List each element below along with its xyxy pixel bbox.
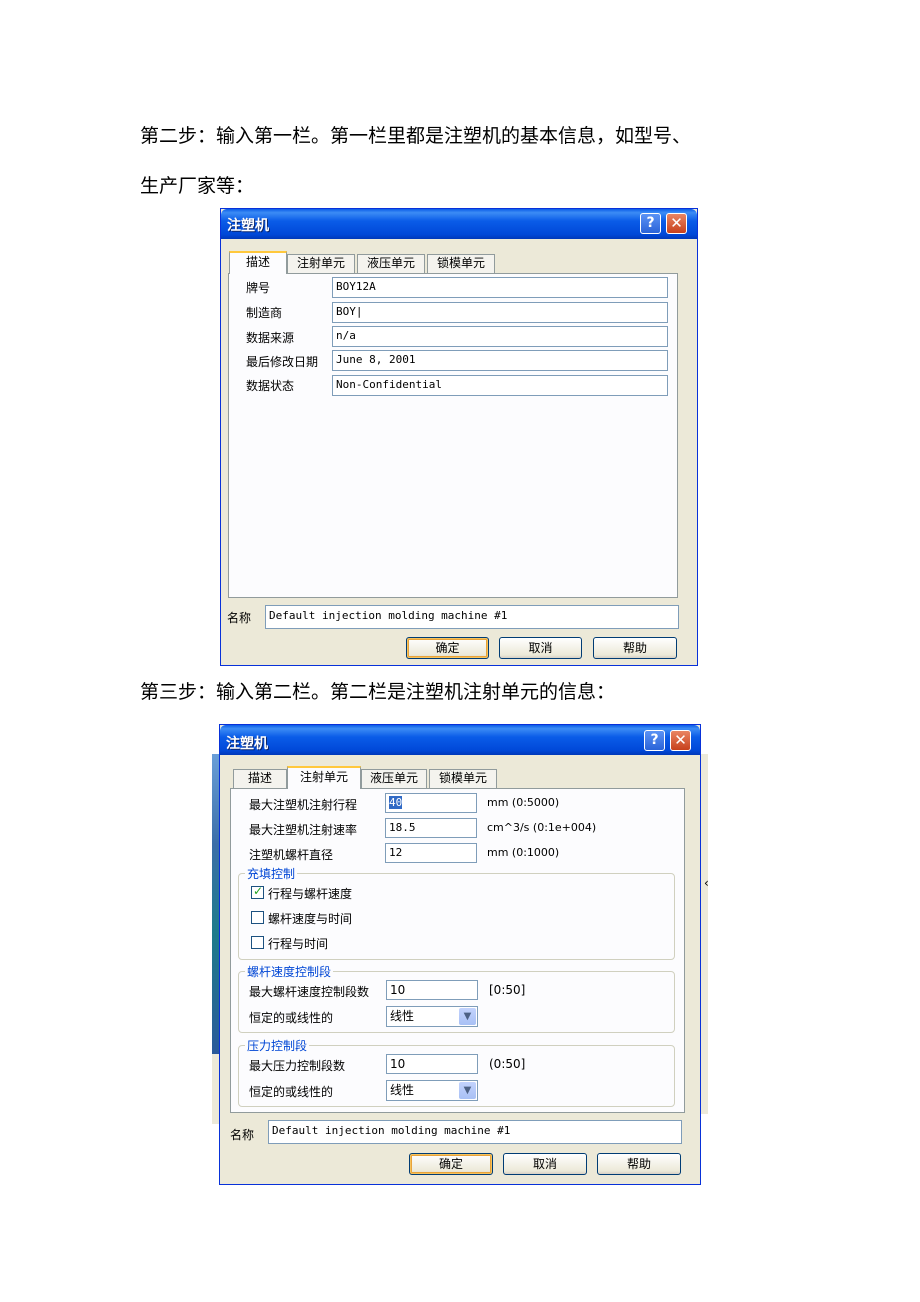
max-pressure-segments-field[interactable]: 10: [386, 1054, 478, 1074]
tab-injection-unit[interactable]: 注射单元: [287, 766, 361, 789]
close-icon[interactable]: ✕: [666, 213, 687, 234]
field-unit: mm (0:1000): [487, 846, 560, 859]
screw-mode-select[interactable]: 线性 ▼: [386, 1006, 478, 1027]
data-source-field[interactable]: n/a: [332, 326, 668, 347]
brand-field[interactable]: BOY12A: [332, 277, 668, 298]
ok-button[interactable]: 确定: [406, 637, 489, 659]
tab-hydraulic-unit[interactable]: 液压单元: [357, 254, 425, 273]
max-rate-field[interactable]: 18.5: [385, 818, 477, 838]
field-label: 最后修改日期: [246, 355, 319, 369]
step2-text-line1: 第二步：输入第一栏。第一栏里都是注塑机的基本信息，如型号、: [140, 125, 692, 147]
field-label: 数据状态: [246, 379, 295, 393]
max-stroke-field[interactable]: 40: [385, 793, 477, 813]
field-label: 最大螺杆速度控制段数: [249, 985, 370, 999]
tab-injection-unit[interactable]: 注射单元: [287, 254, 355, 273]
checkbox-stroke-time[interactable]: [251, 936, 264, 949]
chevron-down-icon[interactable]: ▼: [459, 1082, 476, 1099]
field-unit: cm^3/s (0:1e+004): [487, 821, 597, 834]
field-label: 恒定的或线性的: [249, 1011, 334, 1025]
cancel-button[interactable]: 取消: [499, 637, 582, 659]
screw-speed-group: 螺杆速度控制段 最大螺杆速度控制段数 10 [0:50] 恒定的或线性的 线性 …: [238, 963, 675, 1033]
titlebar: 注塑机 ? ✕: [221, 209, 697, 239]
name-field[interactable]: Default injection molding machine #1: [268, 1120, 682, 1144]
close-icon[interactable]: ✕: [670, 730, 691, 751]
field-label: 最大压力控制段数: [249, 1059, 346, 1073]
pressure-mode-select[interactable]: 线性 ▼: [386, 1080, 478, 1101]
pressure-control-group: 压力控制段 最大压力控制段数 10 (0:50] 恒定的或线性的 线性 ▼: [238, 1037, 675, 1107]
field-label: 注塑机螺杆直径: [249, 848, 334, 862]
step2-text-line2: 生产厂家等：: [140, 175, 255, 197]
fill-control-group: 充填控制 ✓ 行程与螺杆速度 螺杆速度与时间 行程与时间: [238, 865, 675, 960]
background-glyph: ‹: [704, 876, 709, 890]
tab-clamping-unit[interactable]: 锁模单元: [427, 254, 495, 273]
chevron-down-icon[interactable]: ▼: [459, 1008, 476, 1025]
select-value: 线性: [390, 1083, 415, 1097]
field-label: 制造商: [246, 306, 283, 320]
ok-button[interactable]: 确定: [409, 1153, 493, 1175]
tab-description[interactable]: 描述: [229, 251, 287, 274]
tab-hydraulic-unit[interactable]: 液压单元: [361, 769, 427, 788]
screw-diameter-field[interactable]: 12: [385, 843, 477, 863]
checkbox-stroke-speed[interactable]: ✓: [251, 884, 264, 899]
cancel-button[interactable]: 取消: [503, 1153, 587, 1175]
selected-text: 40: [389, 796, 403, 809]
tab-panel: 牌号 BOY12A 制造商 BOY| 数据来源 n/a 最后修改日期 June …: [228, 273, 678, 598]
titlebar: 注塑机 ? ✕: [220, 725, 700, 755]
dialog-title: 注塑机: [226, 736, 268, 752]
help-icon[interactable]: ?: [640, 213, 661, 234]
dialog-title: 注塑机: [227, 218, 269, 234]
data-status-field[interactable]: Non-Confidential: [332, 375, 668, 396]
name-field[interactable]: Default injection molding machine #1: [265, 605, 679, 629]
name-label: 名称: [227, 611, 252, 625]
help-button[interactable]: 帮助: [597, 1153, 681, 1175]
field-label: 数据来源: [246, 331, 295, 345]
field-label: 恒定的或线性的: [249, 1085, 334, 1099]
range-label: [0:50]: [489, 983, 526, 997]
help-icon[interactable]: ?: [644, 730, 665, 751]
dialog-description: 注塑机 ? ✕ 描述 注射单元 液压单元 锁模单元 牌号 BOY12A 制造商 …: [220, 208, 698, 666]
option-label: 螺杆速度与时间: [268, 912, 353, 926]
option-label: 行程与时间: [268, 937, 329, 951]
field-label: 牌号: [246, 281, 271, 295]
check-mark-icon: ✓: [253, 884, 264, 898]
range-label: (0:50]: [489, 1057, 526, 1071]
last-modified-field[interactable]: June 8, 2001: [332, 350, 668, 371]
max-screw-segments-field[interactable]: 10: [386, 980, 478, 1000]
name-label: 名称: [230, 1128, 255, 1142]
help-button[interactable]: 帮助: [593, 637, 677, 659]
checkbox-speed-time[interactable]: [251, 911, 264, 924]
group-title: 压力控制段: [245, 1037, 310, 1054]
tab-panel: 最大注塑机注射行程 40 mm (0:5000) 最大注塑机注射速率 18.5 …: [230, 788, 685, 1113]
group-title: 充填控制: [245, 865, 298, 882]
select-value: 线性: [390, 1009, 415, 1023]
field-unit: mm (0:5000): [487, 796, 560, 809]
field-label: 最大注塑机注射行程: [249, 798, 358, 812]
dialog-injection-unit: 注塑机 ? ✕ 描述 注射单元 液压单元 锁模单元 最大注塑机注射行程 40 m…: [219, 724, 701, 1185]
option-label: 行程与螺杆速度: [268, 887, 353, 901]
tab-clamping-unit[interactable]: 锁模单元: [429, 769, 497, 788]
step3-text: 第三步：输入第二栏。第二栏是注塑机注射单元的信息：: [140, 681, 616, 703]
manufacturer-field[interactable]: BOY|: [332, 302, 668, 323]
field-label: 最大注塑机注射速率: [249, 823, 358, 837]
group-title: 螺杆速度控制段: [245, 963, 334, 980]
tab-description[interactable]: 描述: [233, 769, 287, 788]
